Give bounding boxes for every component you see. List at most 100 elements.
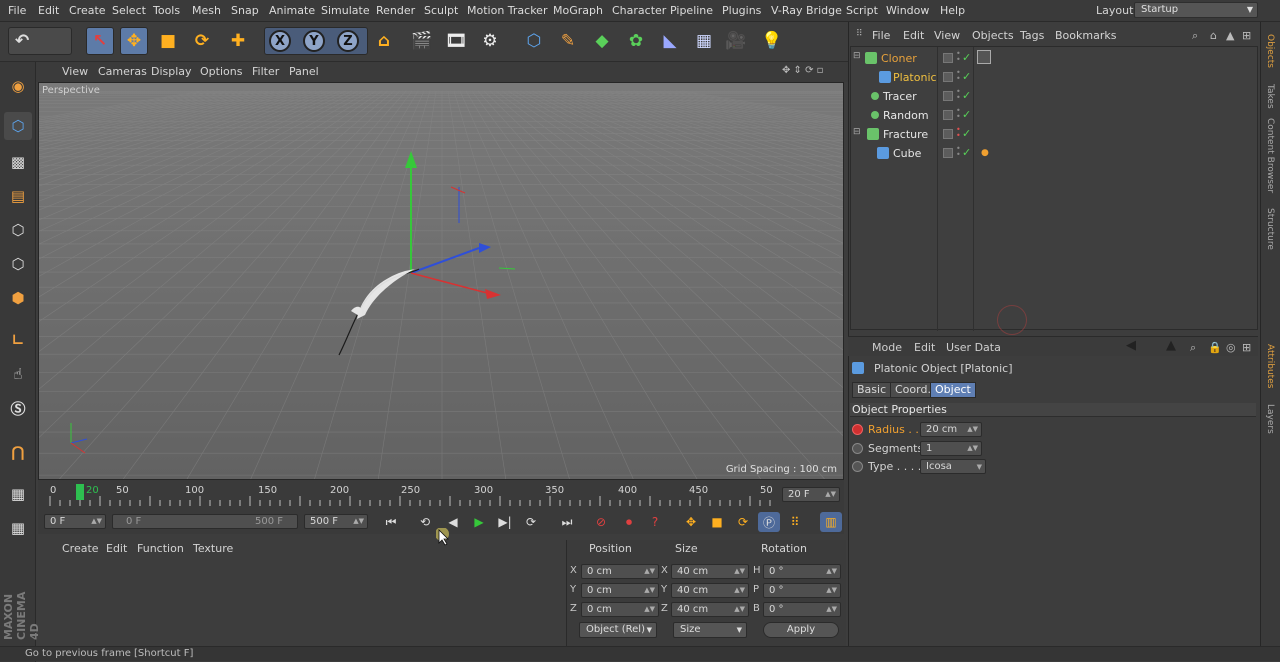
viewport-menu-panel[interactable]: Panel xyxy=(289,65,319,78)
om-menu-bookmarks[interactable]: Bookmarks xyxy=(1055,29,1116,42)
menu-render[interactable]: Render xyxy=(376,4,415,17)
cube-icon[interactable]: ⬡ xyxy=(520,27,548,55)
layer-icon[interactable] xyxy=(943,91,953,101)
menu-select[interactable]: Select xyxy=(112,4,146,17)
play-forward-icon[interactable]: ▶ xyxy=(468,512,490,532)
size-z-field[interactable]: 40 cm ▲▼ xyxy=(671,602,749,617)
collapse-icon[interactable]: ⊟ xyxy=(853,127,861,137)
material-menu-function[interactable]: Function xyxy=(137,542,184,555)
material-manager[interactable] xyxy=(38,558,564,644)
rotate-icon[interactable]: ⟳ xyxy=(188,27,216,55)
side-tab-layers[interactable]: Layers xyxy=(1265,404,1275,434)
stepper-icon[interactable]: ▲▼ xyxy=(734,603,745,616)
om-menu-view[interactable]: View xyxy=(934,29,960,42)
home-icon[interactable]: ⌂ xyxy=(1210,29,1217,42)
coordinate-system-icon[interactable]: ⌂ xyxy=(370,27,398,55)
viewport-menu-cameras[interactable]: Cameras xyxy=(98,65,147,78)
tab-object[interactable]: Object xyxy=(930,382,976,398)
material-menu-create[interactable]: Create xyxy=(62,542,99,555)
object-row-cube[interactable]: Cube • • ✓ ● xyxy=(851,144,1257,162)
side-tab-structure[interactable]: Structure xyxy=(1265,208,1275,250)
lock-icon[interactable]: 🔒 xyxy=(1208,341,1222,354)
enabled-check-icon[interactable]: ✓ xyxy=(962,70,971,83)
record-parameter-icon[interactable]: Ⓟ xyxy=(758,512,780,532)
layer-icon[interactable] xyxy=(943,53,953,63)
stepper-icon[interactable]: ▲▼ xyxy=(734,584,745,597)
position-z-field[interactable]: 0 cm ▲▼ xyxy=(581,602,659,617)
object-name[interactable]: Cloner xyxy=(881,52,917,65)
back-arrow-icon[interactable]: ◀ xyxy=(1126,338,1136,353)
om-menu-tags[interactable]: Tags xyxy=(1020,29,1044,42)
snap-icon[interactable]: Ⓢ xyxy=(4,394,32,422)
stepper-icon[interactable]: ▲▼ xyxy=(644,565,655,578)
enabled-check-icon[interactable]: ✓ xyxy=(962,127,971,140)
search-icon[interactable]: ⌕ xyxy=(1190,341,1196,355)
menu-edit[interactable]: Edit xyxy=(38,4,59,17)
viewport-menu-view[interactable]: View xyxy=(62,65,88,78)
camera-icon[interactable]: 🎥 xyxy=(722,27,750,55)
menu-snap[interactable]: Snap xyxy=(231,4,259,17)
rotation-h-field[interactable]: 0 ° ▲▼ xyxy=(763,564,841,579)
side-tab-takes[interactable]: Takes xyxy=(1265,84,1275,109)
attr-menu-edit[interactable]: Edit xyxy=(914,341,935,354)
current-frame-field[interactable]: 20 F ▲▼ xyxy=(782,487,840,502)
side-tab-attributes[interactable]: Attributes xyxy=(1265,344,1275,388)
menu-motion-tracker[interactable]: Motion Tracker xyxy=(467,4,547,17)
enabled-check-icon[interactable]: ✓ xyxy=(962,108,971,121)
stepper-icon[interactable]: ▲▼ xyxy=(967,423,978,436)
menu-create[interactable]: Create xyxy=(69,4,106,17)
workplane-icon[interactable]: ▦ xyxy=(4,480,32,508)
om-menu-objects[interactable]: Objects xyxy=(972,29,1014,42)
animate-radio-icon[interactable] xyxy=(852,424,863,435)
layer-icon[interactable] xyxy=(943,72,953,82)
enabled-check-icon[interactable]: ✓ xyxy=(962,89,971,102)
stepper-icon[interactable]: ▲▼ xyxy=(826,603,837,616)
enabled-check-icon[interactable]: ✓ xyxy=(962,146,971,159)
side-tab-content-browser[interactable]: Content Browser xyxy=(1265,118,1275,193)
visibility-dots-icon[interactable]: • • xyxy=(956,88,961,102)
grip-icon[interactable]: ⠿ xyxy=(856,29,863,39)
menu-vray-bridge[interactable]: V-Ray Bridge xyxy=(771,4,842,17)
object-row-random[interactable]: Random • • ✓ xyxy=(851,106,1257,124)
floor-icon[interactable]: ▦ xyxy=(690,27,718,55)
menu-plugins[interactable]: Plugins xyxy=(722,4,761,17)
menu-animate[interactable]: Animate xyxy=(269,4,315,17)
z-axis-icon[interactable]: Z xyxy=(334,27,362,55)
layer-icon[interactable] xyxy=(943,129,953,139)
coordinate-mode-select[interactable]: Object (Rel) ▼ xyxy=(579,622,657,638)
stepper-icon[interactable]: ▲▼ xyxy=(734,565,745,578)
position-x-field[interactable]: 0 cm ▲▼ xyxy=(581,564,659,579)
om-menu-file[interactable]: File xyxy=(872,29,890,42)
type-select[interactable]: Icosa ▼ xyxy=(920,459,986,474)
menu-file[interactable]: File xyxy=(8,4,26,17)
animate-radio-icon[interactable] xyxy=(852,443,863,454)
stepper-icon[interactable]: ▲▼ xyxy=(91,515,102,528)
pen-icon[interactable]: ✎ xyxy=(554,27,582,55)
keyframe-selection-icon[interactable]: ? xyxy=(644,512,666,532)
tab-basic[interactable]: Basic xyxy=(852,382,892,398)
visibility-dots-icon[interactable]: • • xyxy=(956,145,961,159)
edit-render-settings-icon[interactable]: ⚙ xyxy=(476,27,504,55)
deformer-icon[interactable]: ◣ xyxy=(656,27,684,55)
timeline-ruler[interactable]: 0 20 50 100 150 200 250 300 350 400 450 … xyxy=(38,480,844,510)
object-row-fracture[interactable]: ⊟ Fracture • • ✓ xyxy=(851,125,1257,143)
navigate-up-icon[interactable]: ▲ xyxy=(1226,29,1234,42)
menu-sculpt[interactable]: Sculpt xyxy=(424,4,458,17)
new-panel-icon[interactable]: ⊞ xyxy=(1242,29,1251,42)
mograph-tag-icon[interactable] xyxy=(977,50,991,64)
timeline-window-icon[interactable]: ▥ xyxy=(820,512,842,532)
object-name[interactable]: Cube xyxy=(893,147,921,160)
menu-help[interactable]: Help xyxy=(940,4,965,17)
light-icon[interactable]: 💡 xyxy=(758,27,786,55)
search-icon[interactable]: ⌕ xyxy=(1192,29,1198,43)
visibility-dots-icon[interactable]: • • xyxy=(956,50,961,64)
object-row-cloner[interactable]: ⊟ Cloner • • ✓ xyxy=(851,49,1257,67)
end-frame-field[interactable]: 500 F ▲▼ xyxy=(304,514,368,529)
menu-character[interactable]: Character xyxy=(612,4,666,17)
axis-mode-icon[interactable]: ∟ xyxy=(4,326,32,354)
go-to-end-icon[interactable]: ⏭ xyxy=(556,512,578,532)
collapse-icon[interactable]: ⊟ xyxy=(853,51,861,61)
segments-field[interactable]: 1 ▲▼ xyxy=(920,441,982,456)
radius-field[interactable]: 20 cm ▲▼ xyxy=(920,422,982,437)
scale-icon[interactable]: ■ xyxy=(154,27,182,55)
